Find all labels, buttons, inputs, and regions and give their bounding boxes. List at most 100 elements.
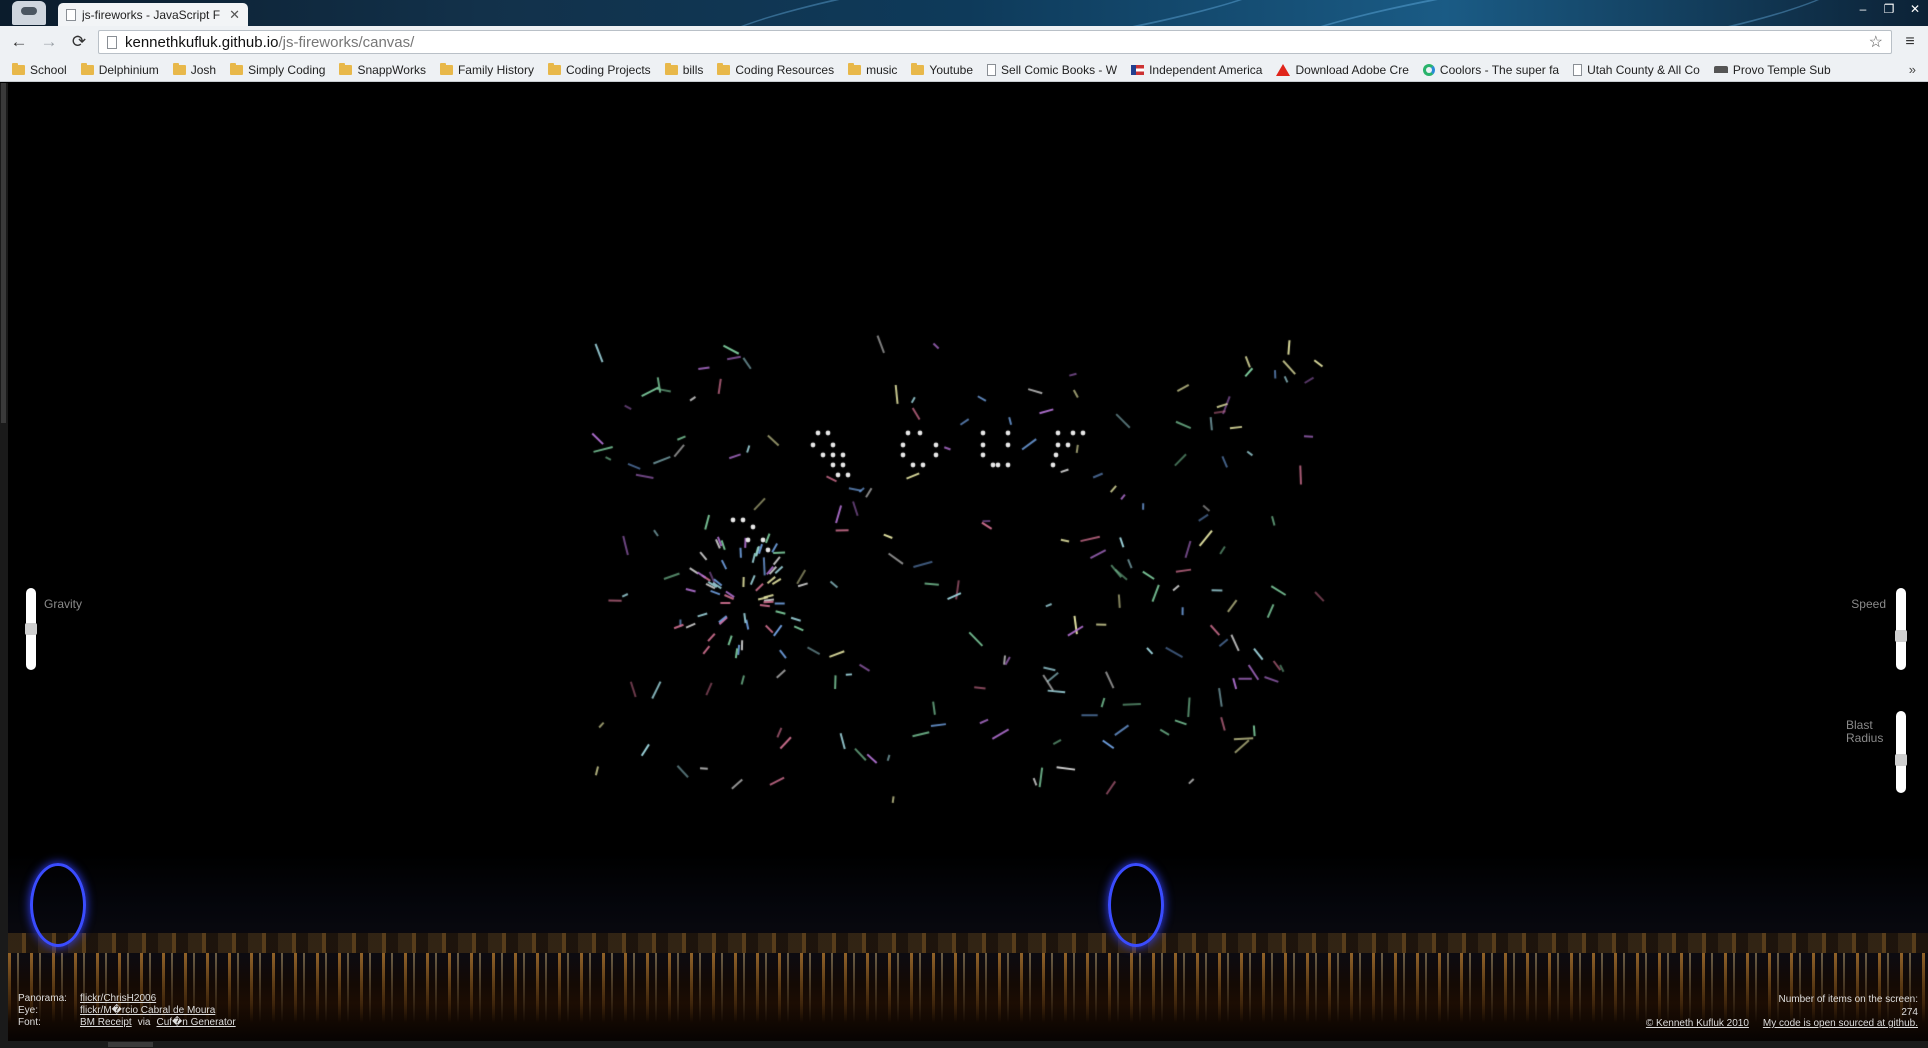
folder-icon	[339, 62, 353, 75]
flag-icon	[1131, 64, 1145, 75]
bookmark-label: Delphinium	[98, 62, 159, 77]
bookmark-label: Youtube	[929, 62, 974, 77]
scrollbar-thumb[interactable]	[108, 1042, 153, 1047]
doc-icon	[987, 63, 997, 76]
bookmark-label: Provo Temple Sub	[1732, 62, 1831, 77]
url-path: /js-fireworks/canvas/	[278, 33, 415, 51]
vertical-scrollbar[interactable]	[0, 83, 8, 1048]
minimize-button[interactable]: –	[1850, 0, 1876, 18]
bookmark-star-icon[interactable]: ☆	[1869, 32, 1883, 52]
folder-icon	[848, 62, 862, 75]
bookmark-item[interactable]: Coding Resources	[717, 62, 835, 77]
london-eye-wheel	[1108, 863, 1164, 947]
folder-icon	[439, 62, 453, 75]
window-controls: – ❐ ✕	[1850, 0, 1928, 18]
forward-button[interactable]: →	[38, 31, 60, 53]
bookmark-label: Coding Projects	[565, 62, 651, 77]
font-link-receipt[interactable]: BM Receipt	[80, 1017, 132, 1029]
river-reflections	[8, 953, 1928, 1023]
bookmark-item[interactable]: Utah County & All Co	[1573, 63, 1700, 77]
title-bar: js-fireworks - JavaScript F ✕ – ❐ ✕	[0, 0, 1928, 26]
back-button[interactable]: ←	[8, 31, 30, 53]
page-icon	[66, 8, 76, 21]
bookmark-item[interactable]: Provo Temple Sub	[1713, 62, 1831, 77]
london-eye-wheel	[30, 863, 86, 947]
folder-icon	[12, 62, 25, 75]
copyright-link[interactable]: © Kenneth Kufluk 2010	[1646, 1018, 1749, 1029]
provo-icon	[1713, 66, 1728, 73]
bookmark-label: Independent America	[1149, 62, 1263, 77]
folder-icon	[911, 62, 925, 75]
folder-icon	[664, 62, 678, 75]
page-icon	[107, 35, 117, 49]
speed-slider[interactable]	[1895, 588, 1907, 670]
gravity-label: Gravity	[44, 597, 83, 611]
bookmark-label: Simply Coding	[248, 62, 326, 77]
decorative-swirl	[1247, 0, 1853, 26]
bookmark-label: Family History	[457, 62, 534, 77]
bookmark-label: SnappWorks	[357, 62, 426, 77]
font-label: Font:	[18, 1017, 41, 1028]
bookmark-label: Utah County & All Co	[1587, 62, 1700, 77]
tab-title: js-fireworks - JavaScript F	[82, 7, 221, 22]
horizontal-scrollbar[interactable]	[8, 1041, 1928, 1048]
folder-icon	[717, 62, 731, 75]
gravity-slider-knob[interactable]	[25, 623, 37, 635]
reload-button[interactable]: ⟳	[68, 31, 90, 53]
bookmark-label: Josh	[190, 62, 217, 77]
decorative-swirl	[697, 0, 1303, 26]
coolors-icon	[1422, 63, 1435, 76]
footer-links: © Kenneth Kufluk 2010 My code is open so…	[1646, 1018, 1918, 1029]
blast-radius-slider-knob[interactable]	[1895, 754, 1907, 766]
incognito-profile-icon[interactable]	[12, 1, 46, 25]
eye-link[interactable]: flickr/M�rcio Cabral de Moura	[80, 1005, 215, 1017]
folder-icon	[80, 62, 94, 75]
restore-button[interactable]: ❐	[1876, 0, 1902, 18]
bookmarks-more-button[interactable]: »	[1909, 62, 1916, 77]
bookmark-item[interactable]: SnappWorks	[339, 62, 426, 77]
bookmark-item[interactable]: Family History	[439, 62, 534, 77]
bookmark-item[interactable]: Coding Projects	[547, 62, 651, 77]
bookmark-item[interactable]: Independent America	[1131, 63, 1262, 77]
bookmark-item[interactable]: Coolors - The super fa	[1422, 63, 1559, 77]
bookmark-item[interactable]: music	[848, 62, 898, 77]
bookmark-item[interactable]: Delphinium	[80, 62, 159, 77]
bookmark-item[interactable]: Simply Coding	[230, 62, 326, 77]
bookmark-item[interactable]: Download Adobe Cre	[1276, 62, 1409, 77]
bookmark-label: Download Adobe Cre	[1295, 62, 1409, 77]
folder-icon	[230, 62, 244, 75]
blast-radius-slider[interactable]	[1895, 711, 1907, 793]
bookmark-item[interactable]: School	[12, 62, 67, 77]
tab-close-icon[interactable]: ✕	[229, 7, 240, 23]
bookmark-item[interactable]: Sell Comic Books - W	[987, 63, 1117, 77]
bookmark-label: School	[30, 62, 67, 77]
close-window-button[interactable]: ✕	[1902, 0, 1928, 18]
gravity-slider[interactable]	[25, 588, 37, 670]
london-panorama	[8, 853, 1928, 1041]
bookmark-label: Sell Comic Books - W	[1001, 62, 1118, 77]
adobe-icon	[1276, 63, 1291, 76]
font-via: via	[137, 1017, 151, 1028]
font-link-generator[interactable]: Cuf�n Generator	[156, 1017, 235, 1029]
bookmark-label: music	[866, 62, 898, 77]
bookmark-item[interactable]: Youtube	[911, 62, 974, 77]
speed-slider-knob[interactable]	[1895, 630, 1907, 642]
counter-label: Number of items on the screen:	[1778, 994, 1918, 1005]
chrome-menu-button[interactable]: ≡	[1900, 33, 1920, 51]
address-bar[interactable]: kennethkufluk.github.io/js-fireworks/can…	[98, 30, 1892, 54]
blast-radius-label: Blast Radius	[1846, 718, 1884, 745]
doc-icon	[1573, 63, 1583, 76]
tab-js-fireworks[interactable]: js-fireworks - JavaScript F ✕	[58, 3, 248, 26]
bridge-silhouette	[8, 933, 1928, 953]
bookmark-label: Coding Resources	[735, 62, 835, 77]
github-link[interactable]: My code is open sourced at github.	[1763, 1018, 1918, 1029]
url-host: kennethkufluk.github.io	[125, 33, 279, 51]
bookmark-label: bills	[682, 62, 704, 77]
bookmark-item[interactable]: Josh	[172, 62, 217, 77]
panorama-label: Panorama:	[18, 993, 67, 1004]
scrollbar-thumb[interactable]	[1, 83, 6, 423]
panorama-link[interactable]: flickr/ChrisH2006	[80, 993, 156, 1005]
bookmark-item[interactable]: bills	[664, 62, 704, 77]
fireworks-stage[interactable]: Gravity Speed Blast Radius Panorama: flic…	[8, 83, 1928, 1041]
browser-toolbar: ← → ⟳ kennethkufluk.github.io/js-firewor…	[0, 26, 1928, 58]
